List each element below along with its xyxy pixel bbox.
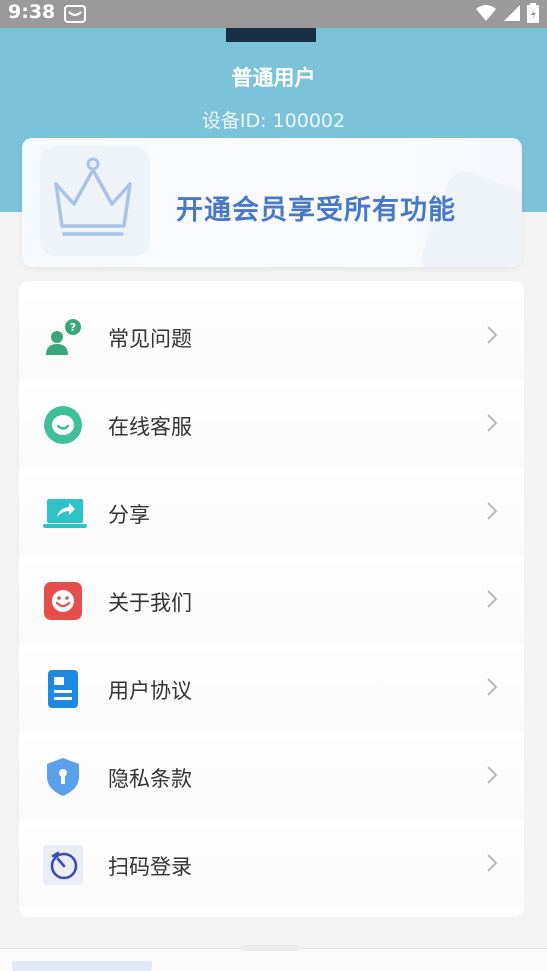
menu-item-online-service[interactable]: 在线客服 [19, 381, 524, 467]
avatar[interactable] [226, 28, 316, 42]
notification-icon [64, 5, 86, 27]
chevron-right-icon [486, 501, 498, 525]
menu-item-label: 常见问题 [108, 327, 192, 351]
vip-banner-text: 开通会员享受所有功能 [176, 195, 456, 226]
privacy-icon [43, 757, 83, 797]
vip-banner[interactable]: 开通会员享受所有功能 [22, 138, 522, 267]
menu-item-label: 在线客服 [108, 415, 192, 439]
menu-item-user-agreement[interactable]: 用户协议 [19, 645, 524, 731]
menu-list: ? 常见问题 在线客服 分享 关于我们 用户协议 隐私条款 扫码登录 [19, 281, 524, 917]
menu-item-share[interactable]: 分享 [19, 469, 524, 555]
status-time: 9:38 [8, 1, 56, 23]
menu-item-label: 用户协议 [108, 679, 192, 703]
menu-item-privacy-policy[interactable]: 隐私条款 [19, 733, 524, 819]
chevron-right-icon [486, 413, 498, 437]
faq-icon: ? [43, 317, 83, 357]
share-icon [43, 493, 87, 533]
signal-icon [503, 4, 521, 26]
menu-item-scan-login[interactable]: 扫码登录 [19, 821, 524, 907]
wifi-icon [475, 4, 497, 26]
scan-icon [43, 845, 83, 885]
chevron-right-icon [486, 853, 498, 877]
menu-item-faq[interactable]: ? 常见问题 [19, 293, 524, 379]
menu-item-label: 扫码登录 [108, 855, 192, 879]
bottom-navigation [0, 945, 547, 971]
svg-text:?: ? [70, 321, 76, 334]
chevron-right-icon [486, 589, 498, 613]
menu-item-about-us[interactable]: 关于我们 [19, 557, 524, 643]
chat-icon [43, 405, 83, 445]
menu-item-label: 隐私条款 [108, 767, 192, 791]
menu-item-label: 分享 [108, 503, 150, 527]
page-indicator [240, 945, 300, 951]
agreement-icon [43, 669, 83, 709]
battery-icon [527, 3, 539, 27]
about-icon [43, 581, 83, 621]
menu-item-label: 关于我们 [108, 591, 192, 615]
chevron-right-icon [486, 677, 498, 701]
chevron-right-icon [486, 765, 498, 789]
crown-icon [52, 156, 134, 244]
chevron-right-icon [486, 325, 498, 349]
status-bar: 9:38 [0, 0, 547, 28]
username: 普通用户 [231, 66, 316, 90]
device-id: 设备ID: 100002 [201, 110, 346, 132]
